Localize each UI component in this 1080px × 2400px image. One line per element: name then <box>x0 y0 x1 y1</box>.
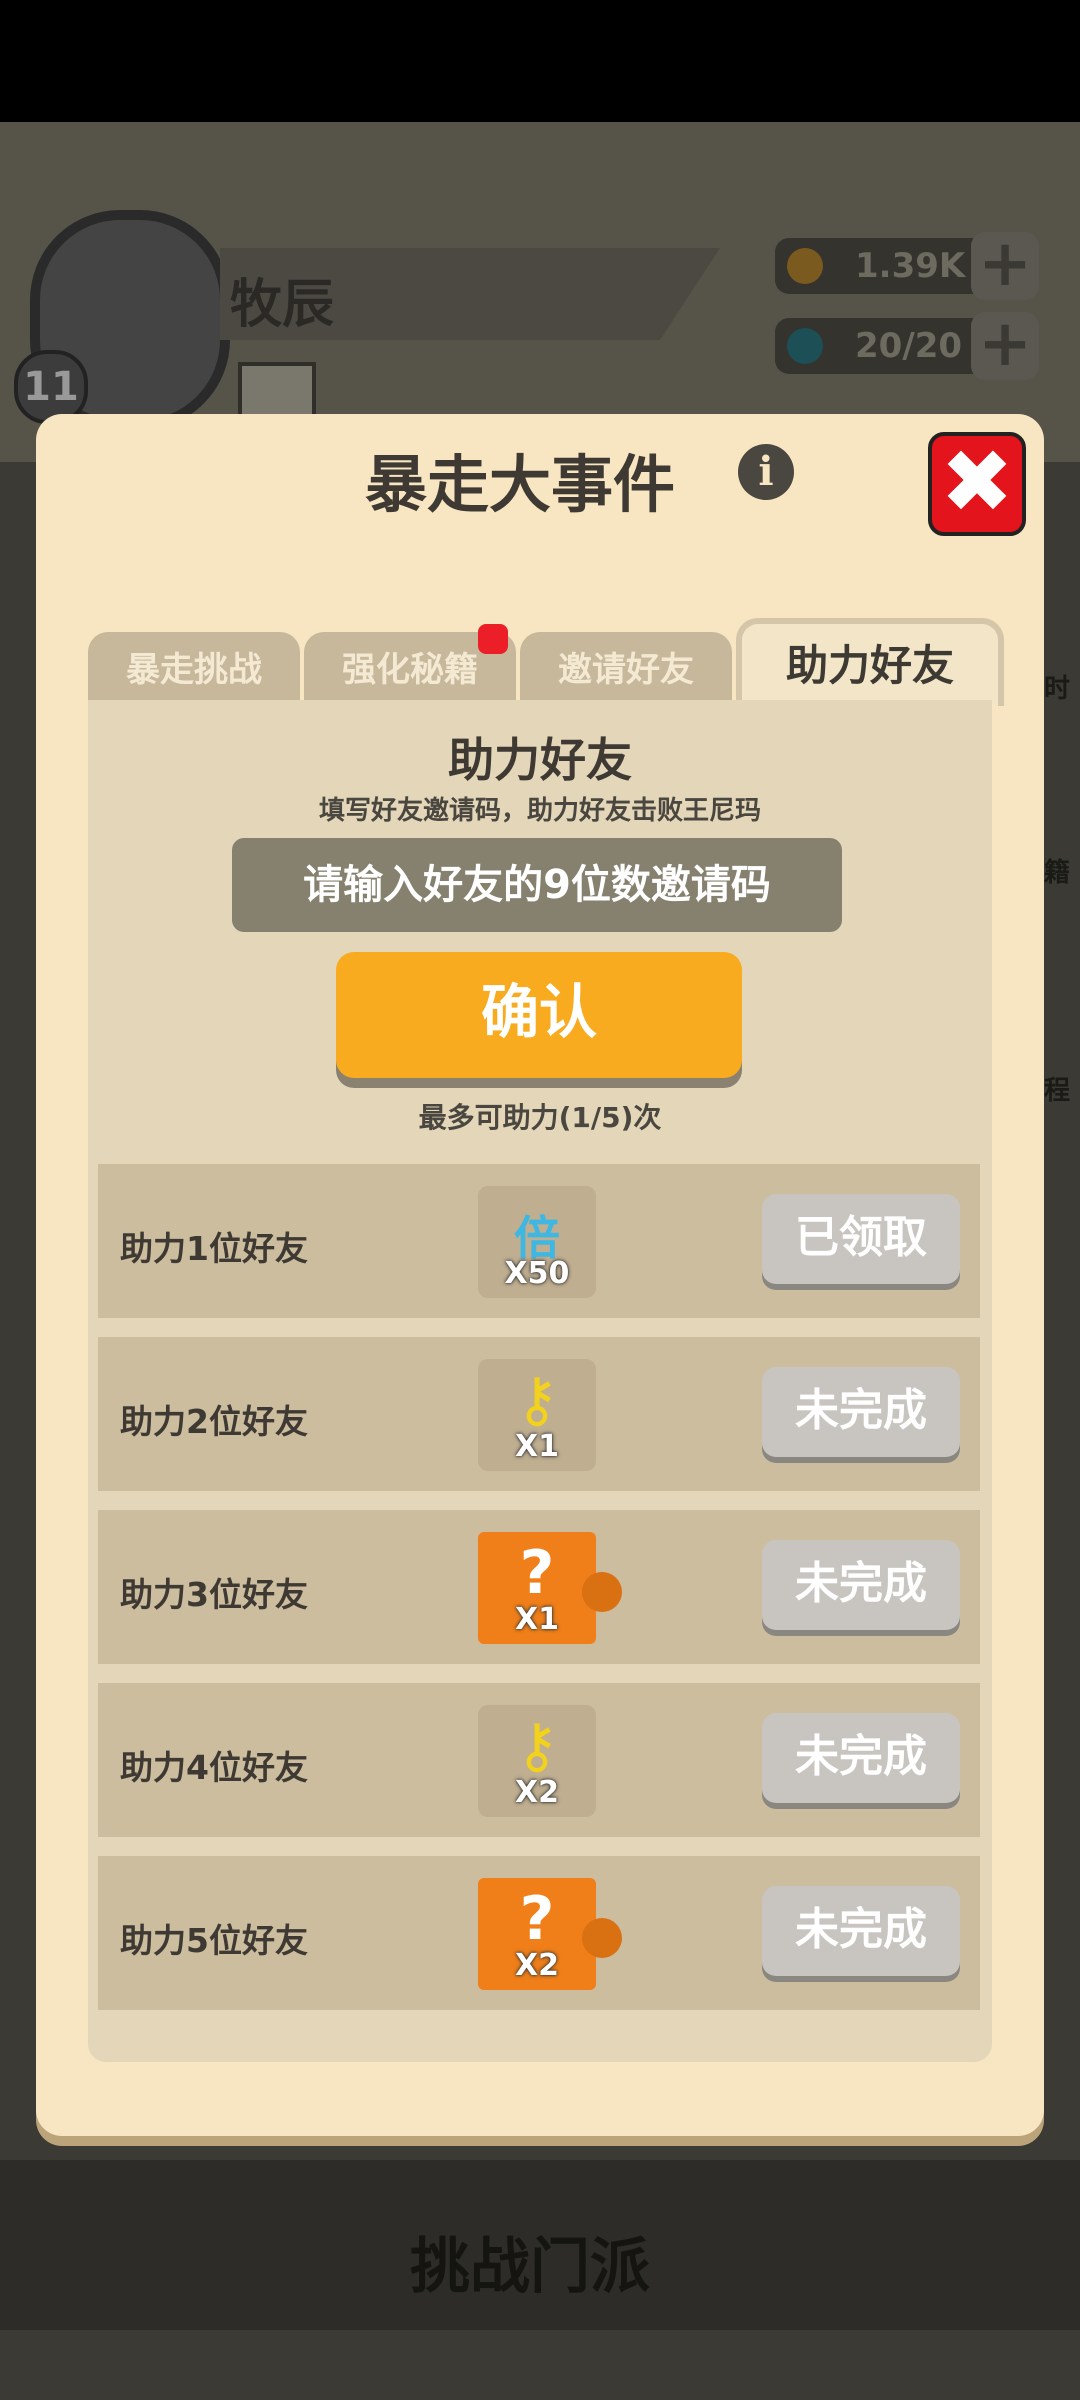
side-hint-3: 程 <box>1044 1076 1071 1106</box>
row-label: 助力1位好友 <box>120 1229 308 1268</box>
row-label: 助力3位好友 <box>120 1575 308 1614</box>
row-label: 助力4位好友 <box>120 1748 308 1787</box>
reward-quantity: X50 <box>504 1256 570 1291</box>
row-label: 助力2位好友 <box>120 1402 308 1441</box>
reward-glyph: ? <box>519 1884 555 1954</box>
reward-row: 助力2位好友 ⚷ X1 未完成 <box>98 1337 980 1491</box>
incomplete-button[interactable]: 未完成 <box>762 1886 960 1976</box>
confirm-button[interactable]: 确认 <box>336 952 742 1078</box>
energy-icon <box>787 328 823 364</box>
mail-icon[interactable] <box>238 362 316 422</box>
section-subtitle: 填写好友邀请码，助力好友击败王尼玛 <box>318 796 761 826</box>
key-icon: ⚷ X1 <box>478 1359 596 1471</box>
side-hint-1: 时 <box>1044 674 1071 704</box>
reward-glyph: ⚷ <box>515 1365 559 1435</box>
energy-value: 20/20 <box>855 326 963 366</box>
status-bar <box>0 0 1080 122</box>
row-label: 助力5位好友 <box>120 1921 308 1960</box>
key-icon: ⚷ X2 <box>478 1705 596 1817</box>
reward-quantity: X2 <box>514 1948 559 1983</box>
close-button[interactable]: ✖ <box>928 432 1026 536</box>
reward-quantity: X1 <box>514 1429 559 1464</box>
reward-row: 助力1位好友 倍 X50 已领取 <box>98 1164 980 1318</box>
coin-value: 1.39K <box>855 246 966 286</box>
incomplete-button[interactable]: 未完成 <box>762 1540 960 1630</box>
tab-invite-friends[interactable]: 邀请好友 <box>520 632 732 700</box>
diamond-multiplier-icon: 倍 X50 <box>478 1186 596 1298</box>
coin-counter: 1.39K + <box>775 232 1039 300</box>
coin-icon <box>787 248 823 284</box>
bottom-nav-title[interactable]: 挑战门派 <box>410 2218 650 2305</box>
level-badge: 11 <box>14 350 88 424</box>
reward-row: 助力5位好友 ? X2 未完成 <box>98 1856 980 2010</box>
dialog-title: 暴走大事件 <box>364 448 675 521</box>
incomplete-button[interactable]: 未完成 <box>762 1367 960 1457</box>
reward-glyph: ⚷ <box>515 1711 559 1781</box>
add-coins-button[interactable]: + <box>971 232 1039 300</box>
notification-dot <box>478 624 508 654</box>
reward-quantity: X1 <box>514 1602 559 1637</box>
reward-row: 助力4位好友 ⚷ X2 未完成 <box>98 1683 980 1837</box>
add-energy-button[interactable]: + <box>971 312 1039 380</box>
help-limit-text: 最多可助力(1/5)次 <box>418 1101 662 1134</box>
energy-counter: 20/20 + <box>775 312 1039 380</box>
tab-help-friends[interactable]: 助力好友 <box>736 618 1004 706</box>
invite-code-input[interactable]: 请输入好友的9位数邀请码 <box>232 838 842 932</box>
reward-row: 助力3位好友 ? X1 未完成 <box>98 1510 980 1664</box>
side-hint-2: 籍 <box>1044 858 1071 888</box>
incomplete-button[interactable]: 未完成 <box>762 1713 960 1803</box>
reward-quantity: X2 <box>514 1775 559 1810</box>
tab-rampage-challenge[interactable]: 暴走挑战 <box>88 632 300 700</box>
player-name: 牧辰 <box>230 275 335 335</box>
mystery-puzzle-icon: ? X2 <box>478 1878 622 1990</box>
section-title: 助力好友 <box>448 733 632 787</box>
reward-glyph: ? <box>519 1538 555 1608</box>
info-icon[interactable]: i <box>738 444 794 500</box>
mystery-puzzle-icon: ? X1 <box>478 1532 622 1644</box>
claimed-button[interactable]: 已领取 <box>762 1194 960 1284</box>
